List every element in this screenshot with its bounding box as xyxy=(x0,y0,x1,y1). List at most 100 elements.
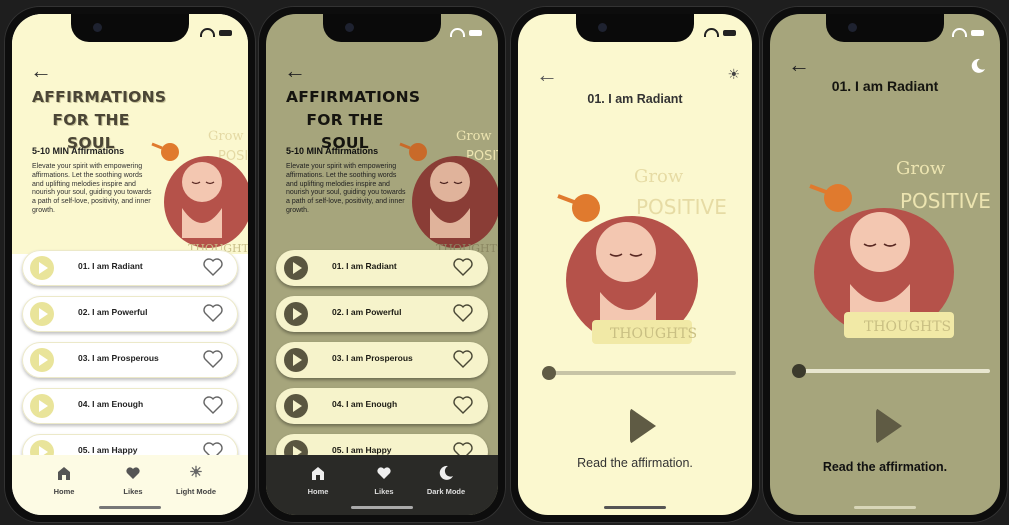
face-shape xyxy=(596,222,656,282)
back-arrow-icon[interactable]: ← xyxy=(536,64,558,86)
home-indicator xyxy=(351,506,413,509)
track-title: 01. I am Radiant xyxy=(587,92,683,106)
tab-mode-label: Light Mode xyxy=(176,487,216,496)
screen: ← 01. I am Radiant Grow POSITIVE THOUGHT… xyxy=(770,14,1000,515)
subtitle: 5-10 MIN Affirmations xyxy=(286,146,379,156)
track-row[interactable]: 04. I am Enough xyxy=(276,388,488,424)
subtitle: 5-10 MIN Affirmations xyxy=(32,146,125,156)
play-button[interactable] xyxy=(30,302,54,326)
play-button[interactable] xyxy=(284,348,308,372)
home-icon xyxy=(312,467,324,480)
track-name: 05. I am Happy xyxy=(332,445,392,455)
moon-icon xyxy=(439,465,453,480)
play-button[interactable] xyxy=(284,256,308,280)
heart-icon[interactable] xyxy=(452,256,474,278)
progress-track[interactable] xyxy=(548,371,736,375)
track-name: 01. I am Radiant xyxy=(332,261,397,271)
teapot-shape xyxy=(161,143,179,161)
track-row[interactable]: 03. I am Prosperous xyxy=(276,342,488,378)
heart-icon[interactable] xyxy=(202,348,224,370)
tab-home[interactable]: Home xyxy=(34,465,94,496)
notch xyxy=(826,14,944,42)
play-button[interactable] xyxy=(284,394,308,418)
moon-icon[interactable] xyxy=(970,58,986,74)
heart-icon xyxy=(377,467,391,479)
back-arrow-icon[interactable]: ← xyxy=(284,60,306,82)
heart-icon[interactable] xyxy=(202,394,224,416)
home-indicator xyxy=(99,506,161,509)
track-row[interactable]: 04. I am Enough xyxy=(22,388,238,424)
status-bar xyxy=(704,28,736,37)
tab-likes[interactable]: Likes xyxy=(103,465,163,496)
track-row[interactable]: 02. I am Powerful xyxy=(276,296,488,332)
track-row[interactable]: 03. I am Prosperous xyxy=(22,342,238,378)
track-name: 04. I am Enough xyxy=(78,399,144,409)
art-positive-text: POSITIVE xyxy=(636,195,727,219)
phone-dark-player: ← 01. I am Radiant Grow POSITIVE THOUGHT… xyxy=(762,6,1008,523)
track-title: 01. I am Radiant xyxy=(831,78,939,94)
play-button[interactable] xyxy=(876,408,902,444)
wifi-icon xyxy=(952,28,967,37)
track-row[interactable]: 01. I am Radiant xyxy=(276,250,488,286)
phone-light-player: ← ☀ 01. I am Radiant Grow POSITIVE THOUG… xyxy=(510,6,760,523)
play-button[interactable] xyxy=(30,394,54,418)
description: Elevate your spirit with empowering affi… xyxy=(286,163,406,214)
art-thoughts-text: THOUGHTS xyxy=(610,326,697,342)
tab-light-mode[interactable]: ☀ Light Mode xyxy=(166,465,226,497)
notch xyxy=(576,14,694,42)
art-thoughts-text: THOUGHTS xyxy=(864,319,951,335)
wifi-icon xyxy=(450,28,465,37)
battery-icon xyxy=(469,29,482,36)
back-arrow-icon[interactable]: ← xyxy=(788,54,810,76)
heart-icon[interactable] xyxy=(202,302,224,324)
home-icon xyxy=(58,467,70,480)
heart-icon[interactable] xyxy=(452,302,474,324)
title-line-1: AFFIRMATIONS xyxy=(286,88,421,106)
girl-illustration: Grow POSITIVE THOUGHTS xyxy=(151,129,248,254)
tab-home-label: Home xyxy=(307,487,329,496)
girl-illustration: Grow POSITIVE THOUGHTS xyxy=(557,166,727,344)
phone-light-list: ← AFFIRMATIONS FOR THE SOUL 5-10 MIN Aff… xyxy=(4,6,256,523)
battery-icon xyxy=(971,29,984,36)
teapot-shape xyxy=(409,143,427,161)
tab-bar: Home Likes ☀ Light Mode xyxy=(12,455,248,515)
back-arrow-icon[interactable]: ← xyxy=(30,60,52,82)
tab-likes-label: Likes xyxy=(123,487,143,496)
instruction-text: Read the affirmation. xyxy=(577,456,693,470)
art-grow-text: Grow xyxy=(208,129,244,144)
play-button[interactable] xyxy=(30,256,54,280)
tab-likes[interactable]: Likes xyxy=(354,465,414,496)
art-grow-text: Grow xyxy=(896,158,946,179)
tab-dark-mode[interactable]: Dark Mode xyxy=(416,465,476,496)
heart-icon[interactable] xyxy=(452,348,474,370)
track-name: 03. I am Prosperous xyxy=(332,353,413,363)
track-name: 02. I am Powerful xyxy=(332,307,402,317)
wifi-icon xyxy=(704,28,719,37)
teapot-shape xyxy=(824,184,852,212)
play-button[interactable] xyxy=(284,302,308,326)
notch xyxy=(71,14,189,42)
heart-icon[interactable] xyxy=(202,256,224,278)
face-shape xyxy=(182,162,222,202)
play-button[interactable] xyxy=(630,408,656,444)
track-row[interactable]: 02. I am Powerful xyxy=(22,296,238,332)
sun-icon[interactable]: ☀ xyxy=(727,66,740,83)
heart-icon[interactable] xyxy=(452,394,474,416)
page-title: AFFIRMATIONS FOR THE SOUL xyxy=(32,86,166,155)
screen: ← AFFIRMATIONS FOR THE SOUL 5-10 MIN Aff… xyxy=(12,14,248,515)
screen: ← ☀ 01. I am Radiant Grow POSITIVE THOUG… xyxy=(518,14,752,515)
description: Elevate your spirit with empowering affi… xyxy=(32,163,152,214)
tab-home[interactable]: Home xyxy=(288,465,348,496)
progress-track[interactable] xyxy=(798,369,990,373)
girl-illustration: Grow POSITIVE THOUGHTS xyxy=(809,158,991,338)
play-button[interactable] xyxy=(30,348,54,372)
battery-icon xyxy=(219,29,232,36)
track-name: 05. I am Happy xyxy=(78,445,138,455)
progress-knob[interactable] xyxy=(792,364,806,378)
screen: ← AFFIRMATIONS FOR THE SOUL 5-10 MIN Aff… xyxy=(266,14,498,515)
face-shape xyxy=(430,162,470,202)
track-row[interactable]: 01. I am Radiant xyxy=(22,250,238,286)
track-name: 01. I am Radiant xyxy=(78,261,143,271)
phone-dark-list: ← AFFIRMATIONS FOR THE SOUL 5-10 MIN Aff… xyxy=(258,6,506,523)
progress-knob[interactable] xyxy=(542,366,556,380)
